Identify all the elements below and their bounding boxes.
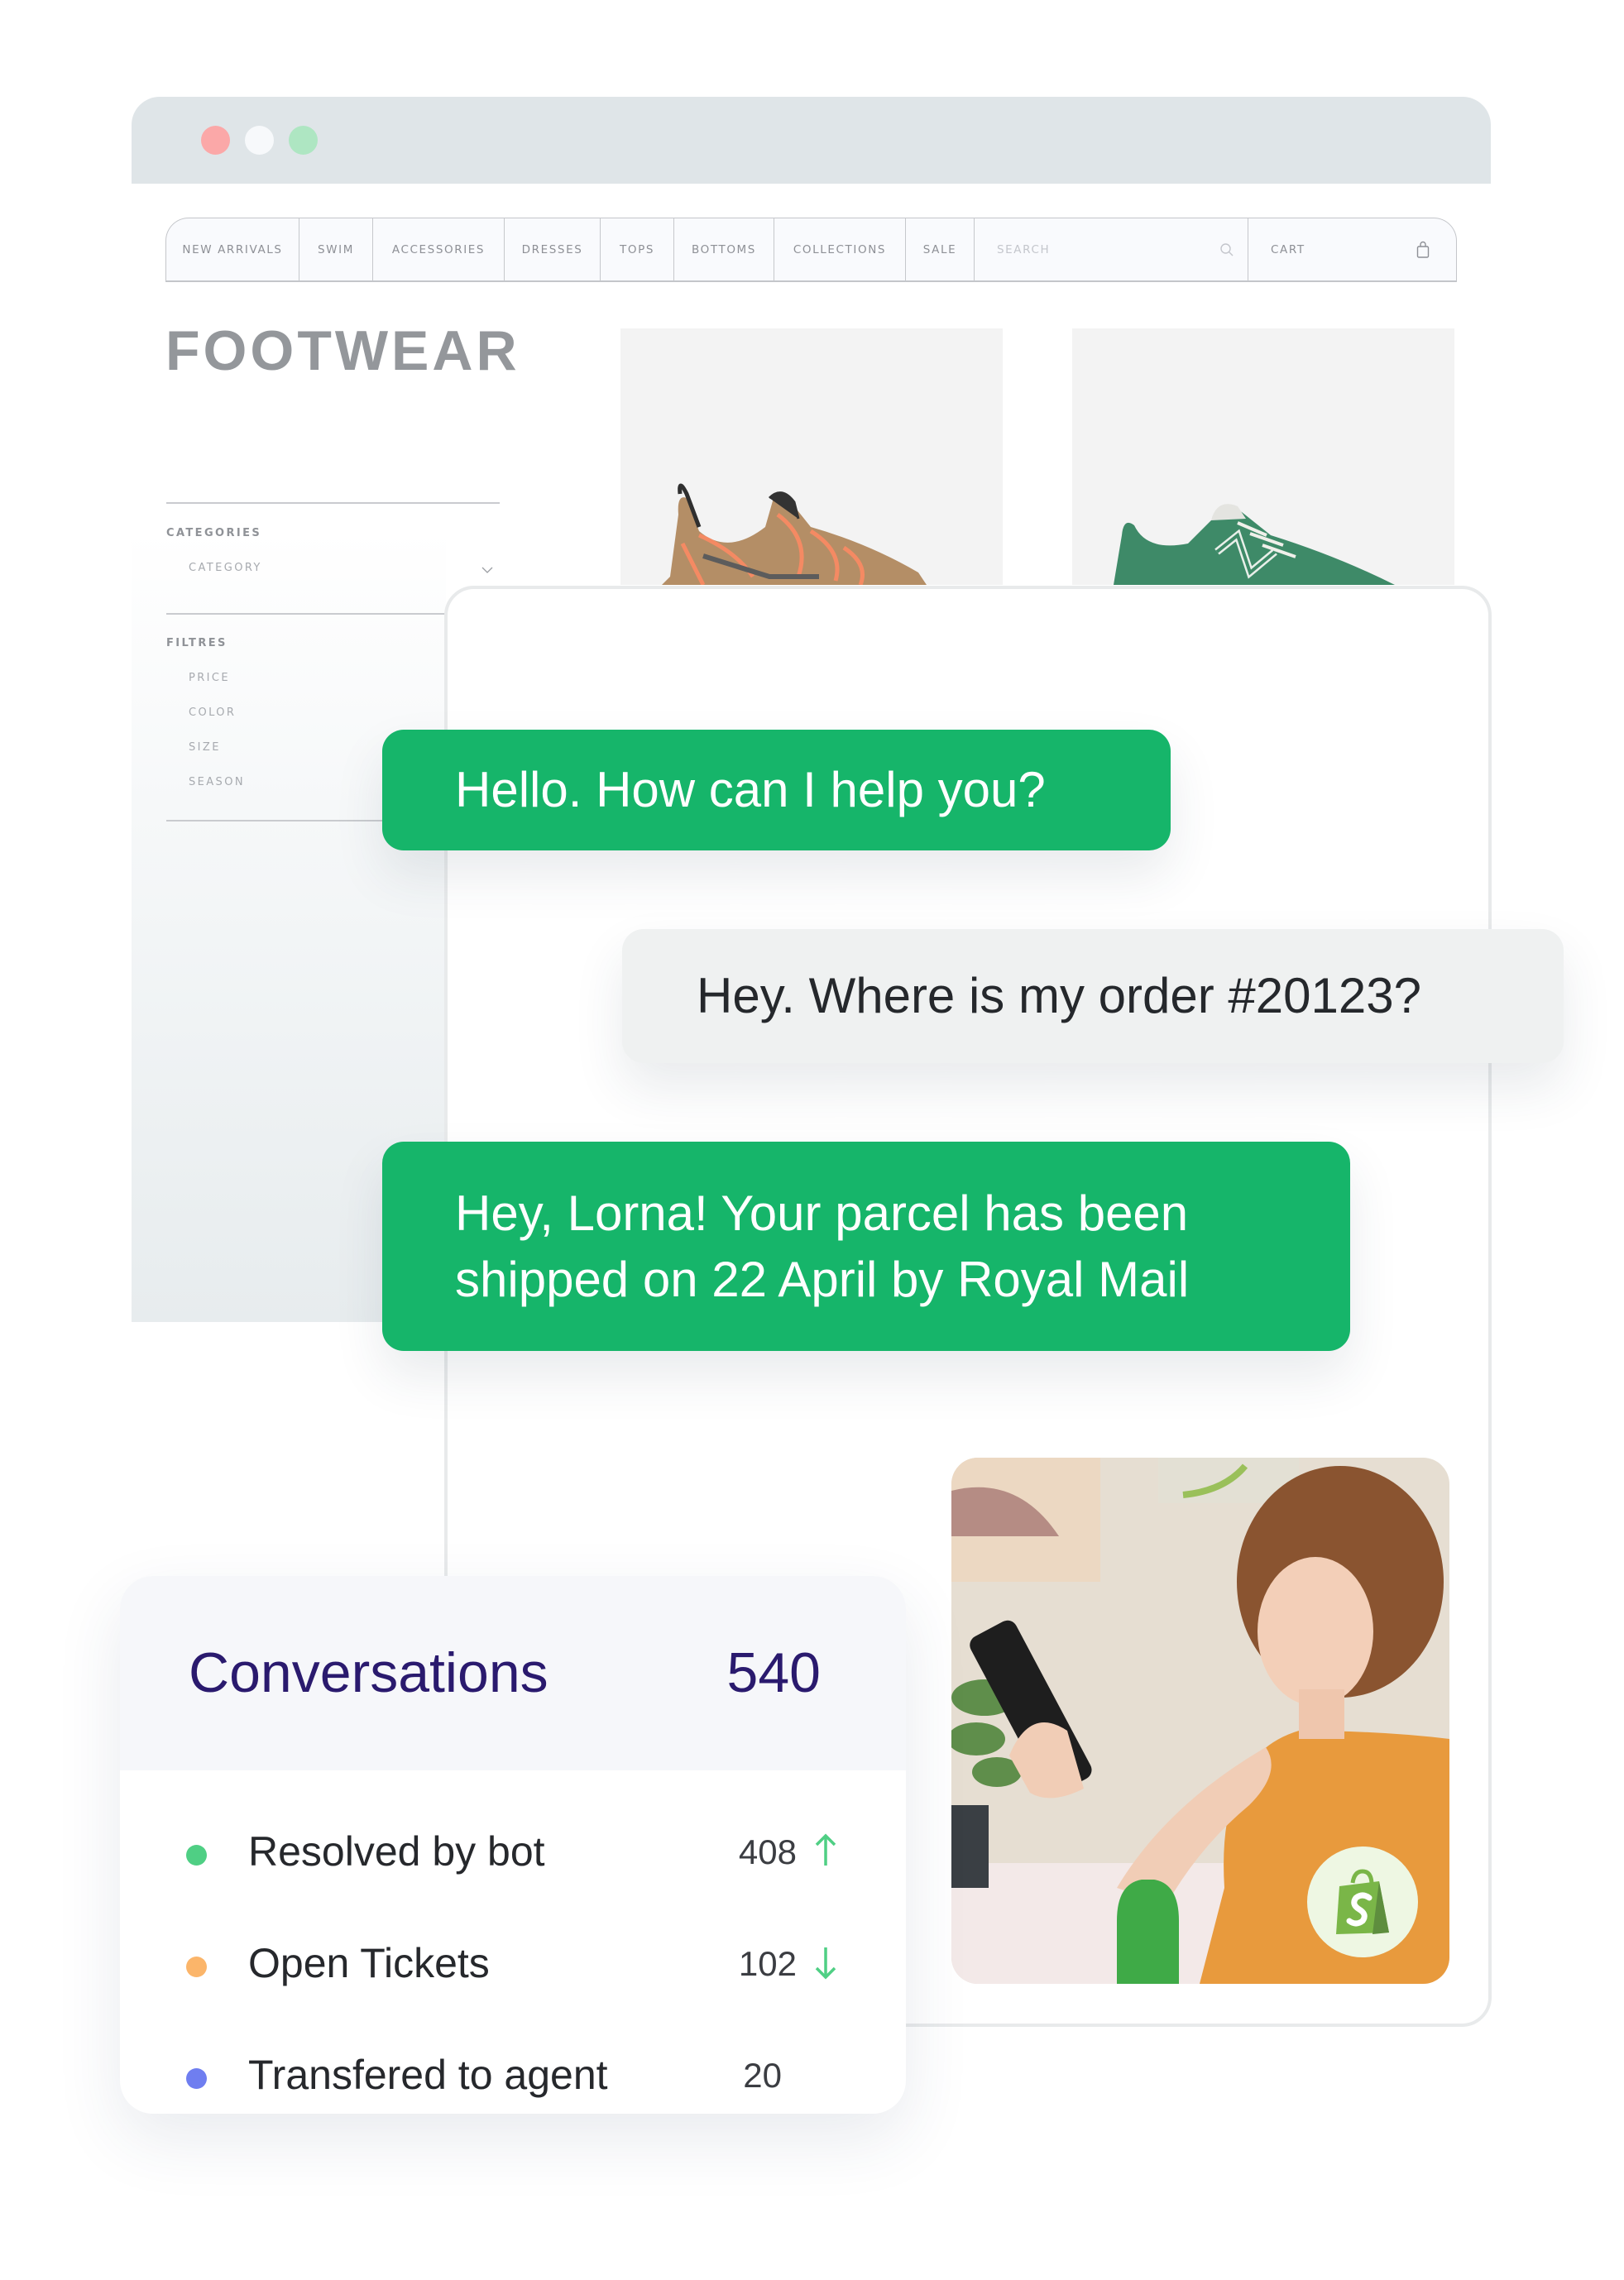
- filter-size[interactable]: SIZE: [189, 741, 221, 754]
- nav-item-sale[interactable]: SALE: [906, 218, 975, 280]
- stat-value: 102: [738, 1944, 797, 1983]
- category-select[interactable]: CATEGORY: [189, 562, 262, 574]
- stat-row[interactable]: Resolved by bot 408: [120, 1823, 906, 1889]
- nav-item-collections[interactable]: COLLECTIONS: [774, 218, 906, 280]
- green-sneaker-image: [1114, 504, 1395, 585]
- bot-message: Hey, Lorna! Your parcel has been shipped…: [382, 1142, 1350, 1351]
- window-minimize-dot[interactable]: [245, 126, 274, 155]
- shopify-logo-icon: [1336, 1869, 1389, 1934]
- page-title: FOOTWEAR: [165, 319, 520, 382]
- categories-heading: CATEGORIES: [166, 527, 262, 539]
- arrow-up-icon: [815, 1833, 836, 1866]
- arrow-down-icon: [815, 1947, 836, 1980]
- bot-message-line: Hey, Lorna! Your parcel has been: [455, 1185, 1189, 1241]
- bot-message: Hello. How can I help you?: [382, 730, 1171, 850]
- nav-item-new-arrivals[interactable]: NEW ARRIVALS: [166, 218, 299, 280]
- filter-color[interactable]: COLOR: [189, 707, 236, 719]
- search-icon[interactable]: [1219, 242, 1234, 257]
- window-close-dot[interactable]: [201, 126, 230, 155]
- status-dot: [186, 2068, 207, 2089]
- status-dot: [186, 1957, 207, 1977]
- nav-item-swim[interactable]: SWIM: [299, 218, 373, 280]
- stat-row[interactable]: Open Tickets 102: [120, 1934, 906, 2000]
- shopping-bag-icon: [1416, 241, 1430, 258]
- stats-title: Conversations: [189, 1641, 549, 1704]
- product-card[interactable]: [620, 328, 1003, 585]
- status-dot: [186, 1845, 207, 1866]
- stat-label: Resolved by bot: [248, 1828, 545, 1875]
- stats-header: Conversations 540: [120, 1576, 906, 1770]
- search-placeholder: SEARCH: [997, 242, 1051, 256]
- stats-total: 540: [726, 1641, 821, 1704]
- cart-label: CART: [1271, 242, 1305, 256]
- filters-heading: FILTRES: [166, 637, 228, 649]
- nav-item-tops[interactable]: TOPS: [601, 218, 674, 280]
- stat-value: 20: [743, 2056, 782, 2095]
- bot-message-text: Hello. How can I help you?: [455, 762, 1046, 817]
- window-maximize-dot[interactable]: [289, 126, 318, 155]
- sidebar-divider: [166, 820, 390, 821]
- stat-label: Transfered to agent: [248, 2052, 608, 2098]
- stat-value: 408: [738, 1832, 797, 1871]
- stat-label: Open Tickets: [248, 1940, 490, 1986]
- bot-message-line: shipped on 22 April by Royal Mail: [455, 1251, 1190, 1307]
- sidebar-divider: [166, 613, 448, 615]
- search-input[interactable]: SEARCH: [975, 218, 1248, 280]
- customer-photo: [951, 1458, 1449, 1984]
- conversations-stats-card: Conversations 540 Resolved by bot 408 Op…: [120, 1576, 906, 2114]
- cart-button[interactable]: CART: [1248, 218, 1456, 280]
- store-nav-bar: NEW ARRIVALS SWIM ACCESSORIES DRESSES TO…: [165, 218, 1457, 282]
- stat-row[interactable]: Transfered to agent 20: [120, 2046, 906, 2112]
- user-message: Hey. Where is my order #20123?: [622, 929, 1564, 1063]
- nav-item-bottoms[interactable]: BOTTOMS: [674, 218, 774, 280]
- chevron-down-icon[interactable]: [481, 567, 493, 574]
- orange-sneaker-image: [662, 483, 927, 585]
- nav-item-accessories[interactable]: ACCESSORIES: [373, 218, 505, 280]
- shopify-badge: [1307, 1847, 1418, 1957]
- sidebar-divider: [166, 502, 500, 504]
- browser-title-bar: [132, 97, 1491, 184]
- nav-item-dresses[interactable]: DRESSES: [505, 218, 601, 280]
- product-card[interactable]: [1072, 328, 1454, 585]
- user-message-text: Hey. Where is my order #20123?: [697, 968, 1421, 1023]
- filter-price[interactable]: PRICE: [189, 672, 230, 684]
- filter-season[interactable]: SEASON: [189, 776, 245, 788]
